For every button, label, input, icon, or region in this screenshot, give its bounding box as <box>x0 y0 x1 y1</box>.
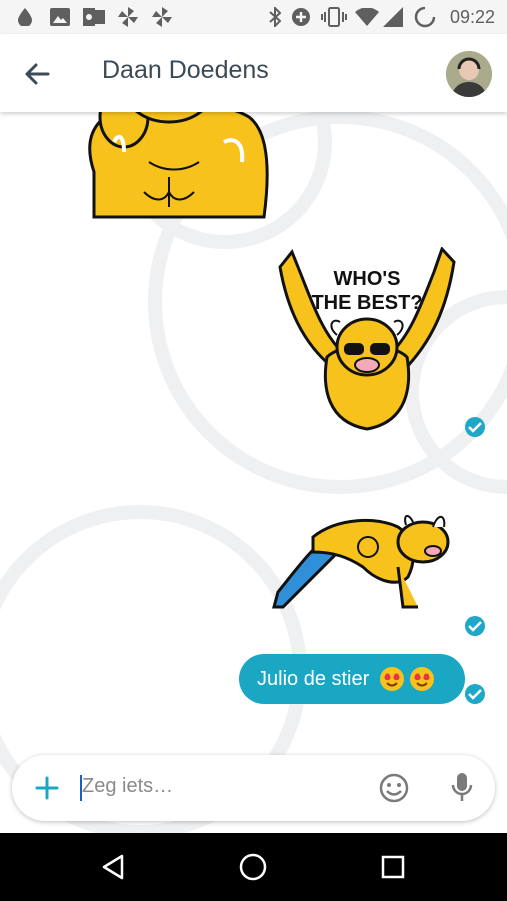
arrow-left-icon[interactable] <box>20 56 56 92</box>
wifi-icon <box>354 0 380 34</box>
drop-icon <box>14 0 36 34</box>
signal-icon <box>382 0 404 34</box>
bull-whos-the-best-sticker[interactable]: WHO'S THE BEST? <box>272 247 462 437</box>
message-composer: Zeg iets… <box>12 755 495 821</box>
pinwheel-icon <box>150 0 174 34</box>
data-saver-icon <box>290 0 312 34</box>
message-bubble[interactable]: Julio de stier <box>239 654 465 704</box>
conversation-title[interactable]: Daan Doedens <box>102 56 269 85</box>
back-triangle-icon[interactable] <box>83 833 143 901</box>
outlook-icon <box>82 0 106 34</box>
image-icon <box>48 0 72 34</box>
message-input[interactable]: Zeg iets… <box>82 775 173 798</box>
chat-area[interactable]: WHO'S THE BEST? Julio de stier <box>0 112 507 833</box>
heart-eyes-emoji <box>379 666 405 692</box>
heart-eyes-emoji <box>409 666 435 692</box>
user-avatar[interactable] <box>446 51 492 97</box>
read-receipt-icon <box>465 684 485 704</box>
microphone-icon[interactable] <box>450 771 474 805</box>
recents-square-icon[interactable] <box>363 833 423 901</box>
read-receipt-icon <box>465 616 485 636</box>
app-bar: Daan Doedens <box>0 34 507 112</box>
read-receipt-icon <box>465 417 485 437</box>
bull-flexing-sticker[interactable] <box>74 112 274 222</box>
message-text: Julio de stier <box>257 667 370 690</box>
vibrate-icon <box>320 0 348 34</box>
navigation-bar <box>0 833 507 901</box>
status-time: 09:22 <box>449 7 495 27</box>
plus-icon[interactable] <box>30 771 64 805</box>
bull-pushup-sticker[interactable] <box>268 507 458 617</box>
svg-text:THE BEST?: THE BEST? <box>311 292 422 314</box>
status-bar: 09:22 <box>0 0 507 34</box>
svg-text:WHO'S: WHO'S <box>334 268 401 290</box>
bluetooth-icon <box>266 0 284 34</box>
home-circle-icon[interactable] <box>223 833 283 901</box>
pinwheel-icon <box>116 0 140 34</box>
sync-icon <box>412 0 438 34</box>
smiley-icon[interactable] <box>378 772 410 804</box>
